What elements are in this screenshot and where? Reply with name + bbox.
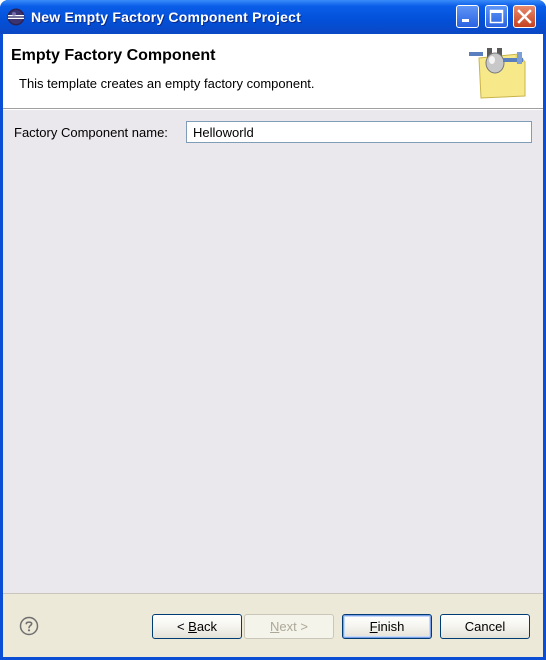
next-label-rest: ext xyxy=(279,619,297,634)
factory-component-wizard-icon xyxy=(469,48,526,99)
eclipse-icon xyxy=(7,8,25,26)
next-mnemonic: N xyxy=(270,619,280,634)
component-name-label: Factory Component name: xyxy=(14,125,168,140)
back-prefix: < xyxy=(176,619,189,634)
back-label-rest: ack xyxy=(196,619,218,634)
wizard-banner: Empty Factory Component This template cr… xyxy=(3,34,543,109)
page-description: This template creates an empty factory c… xyxy=(19,76,315,91)
finish-label-rest: inish xyxy=(377,619,405,634)
component-name-input[interactable] xyxy=(186,121,532,143)
next-suffix: > xyxy=(296,619,308,634)
title-bar[interactable]: New Empty Factory Component Project xyxy=(0,0,546,34)
finish-mnemonic: F xyxy=(369,619,378,634)
window-title: New Empty Factory Component Project xyxy=(31,9,301,25)
next-button[interactable]: Next > xyxy=(244,614,334,639)
finish-button[interactable]: Finish xyxy=(342,614,432,639)
wizard-content: Factory Component name: xyxy=(3,110,543,593)
back-button[interactable]: < Back xyxy=(152,614,242,639)
close-button[interactable] xyxy=(513,5,536,28)
close-icon xyxy=(517,9,532,24)
page-title: Empty Factory Component xyxy=(11,47,216,64)
maximize-button[interactable] xyxy=(485,5,508,28)
wizard-window: New Empty Factory Component Project Empt… xyxy=(0,0,546,660)
maximize-icon xyxy=(489,9,504,24)
cancel-button[interactable]: Cancel xyxy=(440,614,530,639)
minimize-icon xyxy=(462,19,469,22)
wizard-client: Empty Factory Component This template cr… xyxy=(3,34,543,657)
button-bar-separator xyxy=(3,593,543,594)
back-mnemonic: B xyxy=(188,619,197,634)
minimize-button[interactable] xyxy=(456,5,479,28)
help-icon[interactable] xyxy=(19,616,39,636)
